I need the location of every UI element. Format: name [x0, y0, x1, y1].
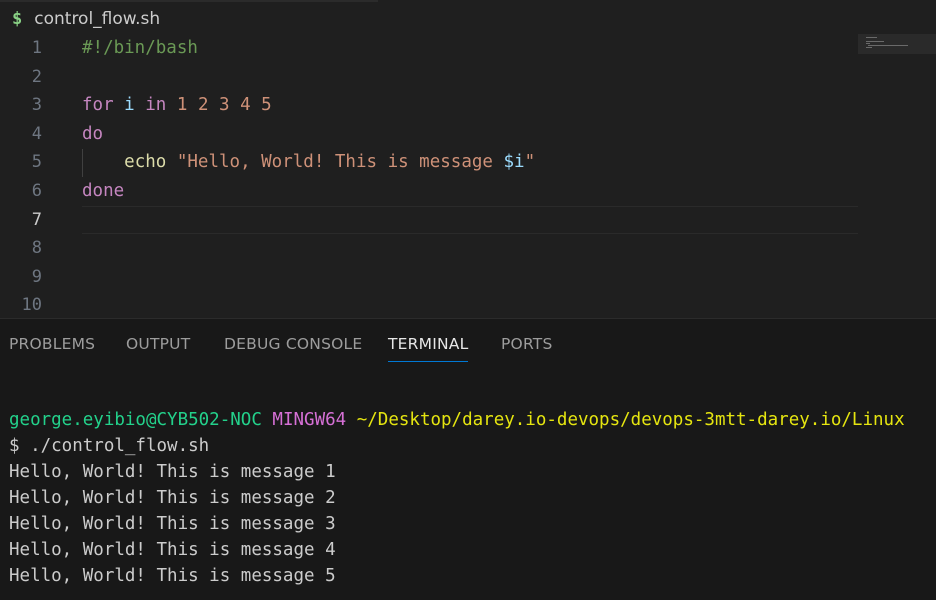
loop-variable: i: [124, 95, 135, 116]
editor-tab-bar: $ control_flow.sh: [0, 0, 936, 38]
prompt-path: ~/Desktop/darey.io-devops/devops-3mtt-da…: [356, 410, 905, 430]
line-number: 9: [31, 266, 42, 287]
line-number: 8: [31, 238, 42, 259]
line-number: 6: [31, 180, 42, 201]
echo-command: echo: [124, 152, 167, 173]
tab-ports[interactable]: PORTS: [501, 335, 553, 353]
tab-problems[interactable]: PROBLEMS: [9, 335, 95, 353]
minimap-line: [866, 43, 870, 44]
keyword-in: in: [145, 95, 167, 116]
prompt-system: MINGW64: [272, 410, 347, 430]
line-number: 5: [31, 152, 42, 173]
code-line-10[interactable]: [82, 291, 858, 318]
tab-output[interactable]: OUTPUT: [126, 335, 190, 353]
minimap-line: [866, 41, 884, 42]
terminal-output-line: Hello, World! This is message 5: [9, 566, 336, 586]
string-literal: "Hello, World! This is message: [176, 152, 504, 173]
prompt-user-host: george.eyibio@CYB502-NOC: [9, 410, 262, 430]
tab-debug-console[interactable]: DEBUG CONSOLE: [224, 335, 362, 353]
bottom-panel: PROBLEMS OUTPUT DEBUG CONSOLE TERMINAL P…: [0, 318, 936, 600]
shell-script-icon: $: [12, 9, 23, 29]
line-number: 10: [21, 295, 42, 316]
code-line-5[interactable]: echo "Hello, World! This is message $i": [82, 148, 858, 177]
terminal-output-line: Hello, World! This is message 1: [9, 462, 336, 482]
line-number: 2: [31, 66, 42, 87]
shebang: #!/bin/bash: [82, 38, 198, 58]
minimap-line: [868, 45, 908, 46]
minimap-line: [866, 37, 877, 38]
editor-area[interactable]: $ control_flow.sh 1 2 3 4 5 6 7 8 9 10 #…: [0, 0, 936, 318]
keyword-for: for: [82, 95, 114, 116]
terminal-prompt-line: george.eyibio@CYB502-NOC MINGW64 ~/Deskt…: [9, 407, 936, 433]
line-number-gutter: 1 2 3 4 5 6 7 8 9 10: [0, 34, 60, 318]
line-number: 4: [31, 123, 42, 144]
keyword-done: done: [82, 180, 125, 201]
code-line-2[interactable]: [82, 63, 858, 92]
terminal-output-line: Hello, World! This is message 2: [9, 488, 336, 508]
string-variable: $i: [503, 152, 525, 173]
line-number-current: 7: [31, 209, 42, 230]
string-close-quote: ": [524, 152, 536, 173]
terminal-output-line: Hello, World! This is message 3: [9, 514, 336, 534]
loop-list: 1 2 3 4 5: [176, 95, 272, 116]
editor-tab-control-flow[interactable]: $ control_flow.sh: [0, 0, 378, 38]
terminal-command: $ ./control_flow.sh: [9, 436, 210, 456]
panel-tab-bar: PROBLEMS OUTPUT DEBUG CONSOLE TERMINAL P…: [0, 319, 936, 371]
minimap-line: [866, 47, 872, 48]
code-line-1[interactable]: #!/bin/bash: [82, 34, 858, 63]
minimap[interactable]: [858, 34, 936, 54]
code-line-4[interactable]: do: [82, 120, 858, 149]
terminal-output-line: Hello, World! This is message 4: [9, 540, 336, 560]
tab-terminal[interactable]: TERMINAL: [388, 335, 469, 362]
code-line-9[interactable]: [82, 263, 858, 292]
line-number: 1: [31, 38, 42, 58]
editor-tab-label: control_flow.sh: [34, 9, 161, 29]
code-content[interactable]: #!/bin/bash for i in 1 2 3 4 5 do echo "…: [82, 34, 858, 318]
keyword-do: do: [82, 123, 104, 144]
terminal-output[interactable]: george.eyibio@CYB502-NOC MINGW64 ~/Deskt…: [9, 407, 936, 589]
code-line-8[interactable]: [82, 234, 858, 263]
code-line-6[interactable]: done: [82, 177, 858, 206]
line-number: 3: [31, 95, 42, 116]
code-line-7[interactable]: [82, 206, 858, 235]
code-line-3[interactable]: for i in 1 2 3 4 5: [82, 91, 858, 120]
